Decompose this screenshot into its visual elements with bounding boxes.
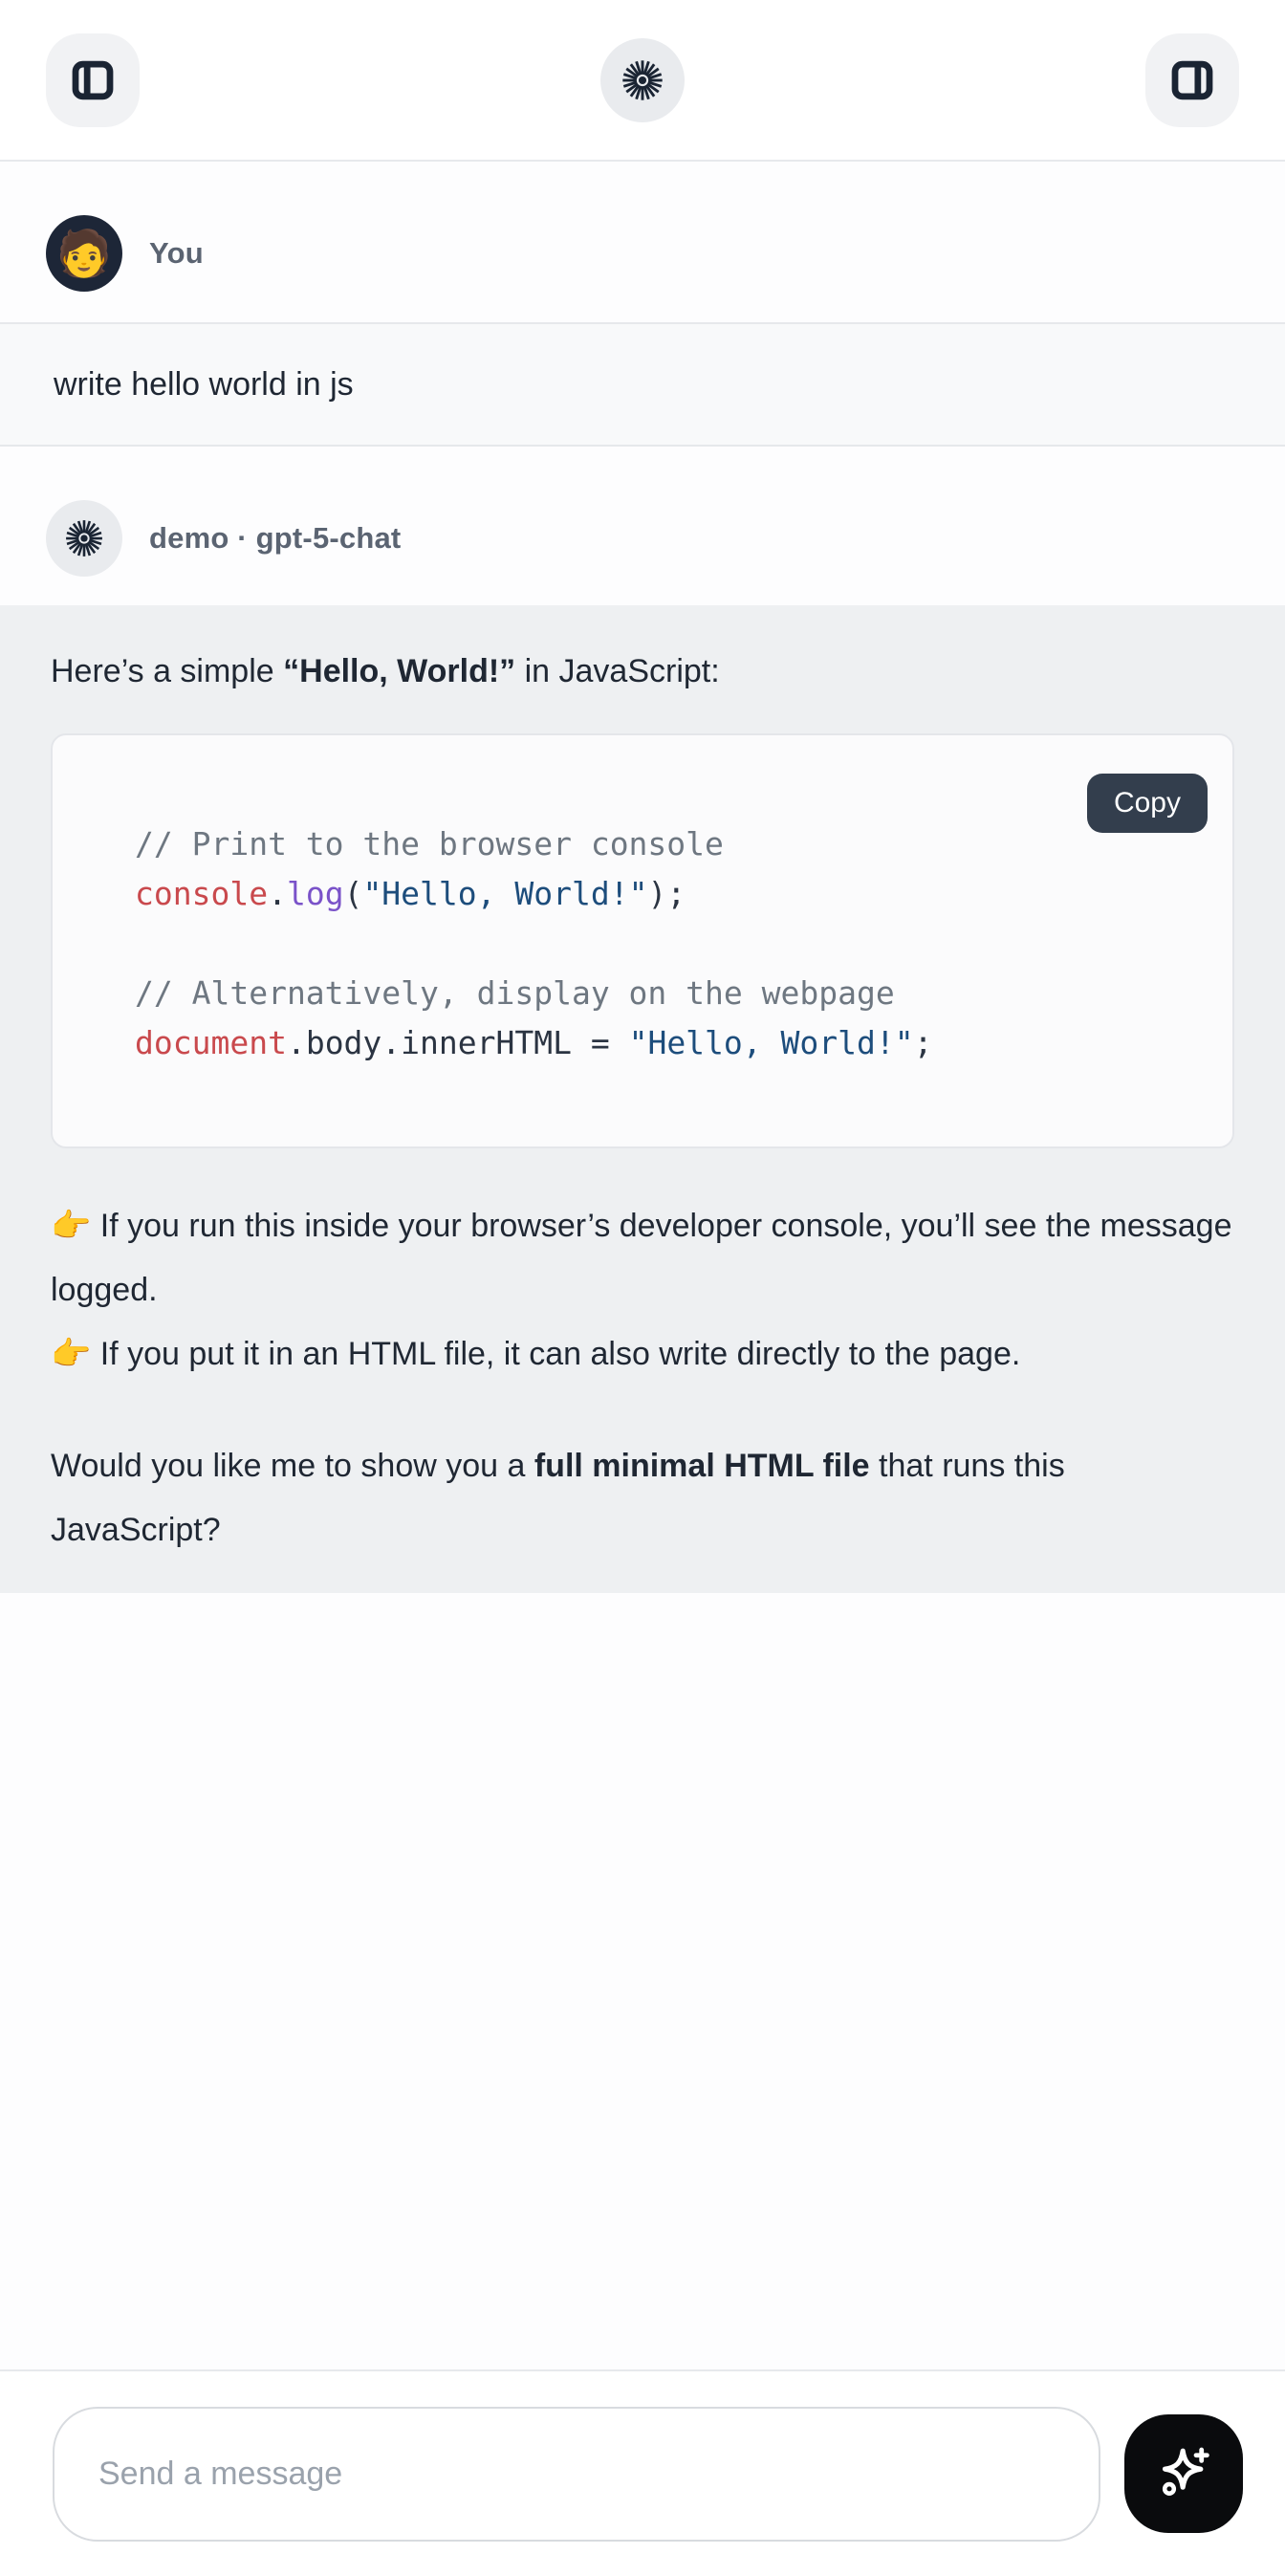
- sidebar-left-toggle-button[interactable]: [46, 33, 140, 127]
- code-block: Copy // Print to the browser consolecons…: [51, 733, 1234, 1148]
- assistant-sender-row: demo · gpt-5-chat: [0, 500, 1285, 577]
- user-message: write hello world in js: [0, 322, 1285, 447]
- copy-code-button[interactable]: Copy: [1087, 774, 1208, 833]
- chat-app: 🧑 You write hello world in js demo · gpt…: [0, 0, 1285, 2576]
- assistant-message: Here’s a simple “Hello, World!” in JavaS…: [0, 605, 1285, 1593]
- assistant-question: Would you like me to show you a full min…: [51, 1434, 1234, 1562]
- panel-right-icon: [1166, 55, 1218, 106]
- person-emoji: 🧑: [56, 215, 113, 292]
- user-sender-name: You: [149, 236, 204, 271]
- starburst-icon: [621, 58, 664, 102]
- assistant-tips: 👉 If you run this inside your browser’s …: [51, 1194, 1234, 1386]
- assistant-avatar: [46, 500, 122, 577]
- sparkle-send-icon: [1151, 2441, 1216, 2506]
- brand-logo-button[interactable]: [600, 38, 685, 122]
- user-sender-row: 🧑 You: [0, 215, 1285, 292]
- composer-bar: [0, 2369, 1285, 2576]
- send-button[interactable]: [1124, 2414, 1243, 2533]
- message-input[interactable]: [53, 2407, 1100, 2542]
- panel-left-icon: [67, 55, 119, 106]
- sidebar-right-toggle-button[interactable]: [1145, 33, 1239, 127]
- starburst-icon: [64, 518, 104, 558]
- assistant-intro: Here’s a simple “Hello, World!” in JavaS…: [51, 651, 1234, 691]
- assistant-sender-name: demo · gpt-5-chat: [149, 521, 401, 556]
- top-bar: [0, 0, 1285, 162]
- conversation: 🧑 You write hello world in js demo · gpt…: [0, 162, 1285, 2369]
- code-content: // Print to the browser consoleconsole.l…: [53, 735, 1232, 1146]
- user-message-text: write hello world in js: [54, 364, 1231, 404]
- user-avatar: 🧑: [46, 215, 122, 292]
